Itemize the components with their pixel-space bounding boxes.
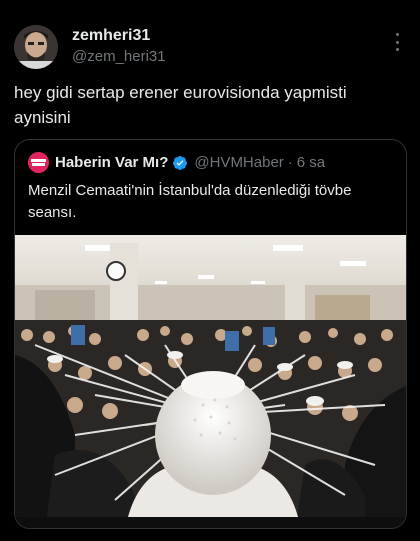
- quoted-tweet-photo[interactable]: [15, 235, 406, 528]
- tweet-container: zemheri31 @zem_heri31 hey gidi sertap er…: [0, 0, 420, 541]
- quoted-tweet-header: Haberin Var Mı? @HVMHaber · 6 sa: [28, 152, 325, 173]
- more-vertical-icon[interactable]: [388, 33, 406, 51]
- quoted-timestamp[interactable]: 6 sa: [297, 154, 325, 171]
- crowd-photo-image: [15, 235, 406, 528]
- time-separator: ·: [287, 154, 293, 171]
- author-avatar[interactable]: [14, 25, 58, 69]
- quoted-avatar-logo-icon: [28, 152, 49, 173]
- author-info: zemheri31 @zem_heri31: [72, 26, 166, 67]
- quoted-handle[interactable]: @HVMHaber: [194, 154, 283, 171]
- verified-badge-icon: [173, 155, 188, 170]
- quoted-tweet-text: Menzil Cemaati'nin İstanbul'da düzenledi…: [28, 182, 352, 221]
- tweet-text: hey gidi sertap erener eurovisionda yapm…: [14, 83, 347, 127]
- author-display-name[interactable]: zemheri31: [72, 26, 166, 46]
- author-handle[interactable]: @zem_heri31: [72, 47, 166, 67]
- quoted-display-name[interactable]: Haberin Var Mı?: [55, 154, 168, 171]
- quoted-tweet[interactable]: Haberin Var Mı? @HVMHaber · 6 sa Menzil …: [14, 139, 407, 529]
- quoted-author-avatar[interactable]: [28, 152, 49, 173]
